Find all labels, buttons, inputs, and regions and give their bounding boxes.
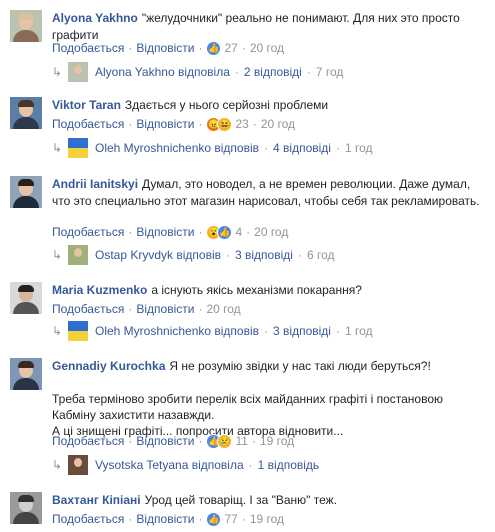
reply-author[interactable]: Oleh Myroshnichenko відповів: [95, 321, 259, 341]
reply-author[interactable]: Oleh Myroshnichenko відповів: [95, 138, 259, 158]
like-button[interactable]: Подобається: [52, 433, 124, 449]
author-link[interactable]: Maria Kuzmenko: [52, 283, 147, 297]
timestamp[interactable]: 20 год: [206, 301, 240, 317]
timestamp[interactable]: 20 год: [254, 224, 288, 240]
replies-count[interactable]: 4 відповіді: [273, 138, 331, 158]
comment-paragraph: Треба терміново зробити перелік всіх май…: [52, 392, 443, 422]
replies-count[interactable]: 3 відповіді: [273, 321, 331, 341]
timestamp[interactable]: 19 год: [260, 433, 294, 449]
reply-arrow-icon: ↳: [52, 458, 63, 472]
reply-time[interactable]: 1 год: [345, 138, 373, 158]
replies-link[interactable]: ↳ Ostap Kryvdyk відповів · 3 відповіді ·…: [52, 245, 334, 265]
avatar[interactable]: [10, 10, 42, 42]
comment-actions: Подобається · Відповісти · 👍 😢 11 · 19 го…: [52, 433, 295, 449]
reaction-count[interactable]: 23: [235, 116, 248, 132]
reply-button[interactable]: Відповісти: [136, 116, 194, 132]
replies-count[interactable]: 2 відповіді: [244, 62, 302, 82]
replies-link[interactable]: ↳ Oleh Myroshnichenko відповів · 4 відпо…: [52, 138, 373, 158]
comment-actions: Подобається · Відповісти · 20 год: [52, 301, 241, 317]
reaction-count[interactable]: 11: [235, 433, 247, 449]
comment-actions: Подобається · Відповісти · 👍 27 · 20 год: [52, 40, 285, 56]
like-icon: 👍: [206, 511, 222, 527]
reply-arrow-icon: ↳: [52, 324, 63, 338]
avatar[interactable]: [10, 176, 42, 208]
avatar: [68, 245, 88, 265]
reply-arrow-icon: ↳: [52, 65, 63, 79]
reactions[interactable]: 😠 😆: [206, 116, 233, 132]
reaction-count[interactable]: 27: [224, 40, 237, 56]
comment-body: Viktor Taran Здається у нього серйозні пр…: [52, 97, 482, 114]
comment-body: Вахтанг Кіпіані Урод цей товаріщ. І за "В…: [52, 492, 482, 509]
comment-body: Andrii Ianitskyi Думал, это новодел, а не…: [52, 176, 482, 210]
avatar[interactable]: [10, 97, 42, 129]
reply-button[interactable]: Відповісти: [136, 301, 194, 317]
comment-text: Урод цей товаріщ. І за "Ваню" теж.: [144, 493, 338, 507]
replies-link[interactable]: ↳ Vysotska Tetyana відповіла · 1 відпові…: [52, 455, 319, 475]
reactions[interactable]: 👍 😢: [206, 433, 233, 449]
reactions[interactable]: 👍: [206, 40, 222, 56]
reply-time[interactable]: 6 год: [307, 245, 335, 265]
reply-time[interactable]: 1 год: [345, 321, 373, 341]
reply-arrow-icon: ↳: [52, 141, 63, 155]
reply-author[interactable]: Ostap Kryvdyk відповів: [95, 245, 221, 265]
comments-feed: Alyona Yakhno "желудочники" реально не по…: [0, 0, 495, 532]
reply-button[interactable]: Відповісти: [136, 433, 194, 449]
author-link[interactable]: Gennadiy Kurochka: [52, 359, 165, 373]
reactions[interactable]: 😮 👍: [206, 224, 233, 240]
comment-body: Gennadiy Kurochka Я не розумію звідки у н…: [52, 358, 482, 439]
replies-count[interactable]: 1 відповідь: [258, 455, 320, 475]
timestamp[interactable]: 20 год: [250, 40, 284, 56]
replies-link[interactable]: ↳ Alyona Yakhno відповіла · 2 відповіді …: [52, 62, 343, 82]
like-icon: 👍: [206, 40, 222, 56]
comment-text: Здається у нього серйозні проблеми: [124, 98, 329, 112]
reply-arrow-icon: ↳: [52, 248, 63, 262]
reply-button[interactable]: Відповісти: [136, 40, 194, 56]
reply-button[interactable]: Відповісти: [136, 224, 194, 240]
reactions[interactable]: 👍: [206, 511, 222, 527]
author-link[interactable]: Вахтанг Кіпіані: [52, 493, 141, 507]
reply-button[interactable]: Відповісти: [136, 511, 194, 527]
author-link[interactable]: Alyona Yakhno: [52, 11, 138, 25]
replies-count[interactable]: 3 відповіді: [235, 245, 293, 265]
comment-body: Alyona Yakhno "желудочники" реально не по…: [52, 10, 482, 44]
like-button[interactable]: Подобається: [52, 511, 124, 527]
avatar[interactable]: [10, 492, 42, 524]
reaction-count[interactable]: 77: [224, 511, 237, 527]
author-link[interactable]: Viktor Taran: [52, 98, 121, 112]
author-link[interactable]: Andrii Ianitskyi: [52, 177, 138, 191]
comment-actions: Подобається · Відповісти · 😮 👍 4 · 20 год: [52, 224, 289, 240]
like-button[interactable]: Подобається: [52, 301, 124, 317]
comment-text: Я не розумію звідки у нас такі люди беру…: [169, 359, 431, 373]
comment-body: Maria Kuzmenko а існують якісь механізми …: [52, 282, 482, 299]
comment-text: а існують якісь механізми покарання?: [151, 283, 362, 297]
timestamp[interactable]: 20 год: [261, 116, 295, 132]
comment-actions: Подобається · Відповісти · 😠 😆 23 · 20 го…: [52, 116, 296, 132]
avatar: [68, 321, 88, 341]
replies-link[interactable]: ↳ Oleh Myroshnichenko відповів · 3 відпо…: [52, 321, 373, 341]
reply-author[interactable]: Alyona Yakhno відповіла: [95, 62, 230, 82]
comment-actions: Подобається · Відповісти · 👍 77 · 19 год: [52, 511, 285, 527]
avatar[interactable]: [10, 358, 42, 390]
reply-author[interactable]: Vysotska Tetyana відповіла: [95, 455, 244, 475]
reaction-count[interactable]: 4: [235, 224, 242, 240]
reply-time[interactable]: 7 год: [316, 62, 344, 82]
sad-icon: 😢: [217, 433, 233, 449]
avatar[interactable]: [10, 282, 42, 314]
like-button[interactable]: Подобається: [52, 40, 124, 56]
avatar: [68, 62, 88, 82]
haha-icon: 😆: [217, 116, 233, 132]
avatar: [68, 455, 88, 475]
like-button[interactable]: Подобається: [52, 224, 124, 240]
like-button[interactable]: Подобається: [52, 116, 124, 132]
timestamp[interactable]: 19 год: [250, 511, 284, 527]
like-icon: 👍: [217, 224, 233, 240]
avatar: [68, 138, 88, 158]
